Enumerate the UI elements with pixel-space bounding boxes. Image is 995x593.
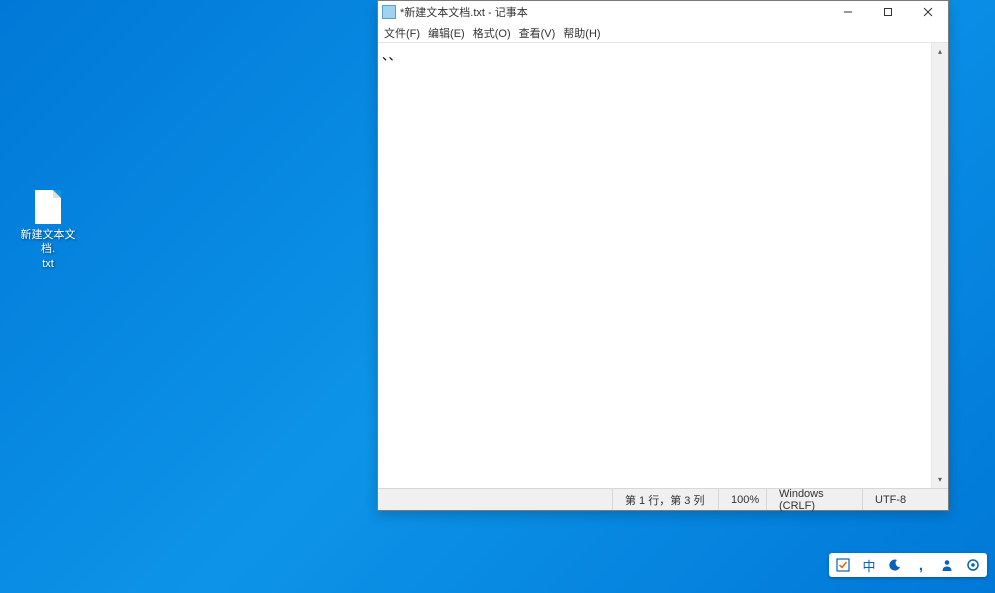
status-cursor-position: 第 1 行，第 3 列: [612, 489, 718, 510]
status-zoom: 100%: [718, 489, 766, 510]
scrollbar-down-arrow-icon[interactable]: ▾: [932, 471, 948, 488]
menubar: 文件(F) 编辑(E) 格式(O) 查看(V) 帮助(H): [378, 23, 948, 42]
status-line-ending: Windows (CRLF): [766, 489, 862, 510]
close-icon: [923, 7, 933, 17]
minimize-icon: [843, 7, 853, 17]
close-button[interactable]: [908, 1, 948, 23]
notepad-app-icon: [382, 5, 396, 19]
text-file-icon: [35, 190, 61, 224]
text-editor[interactable]: [378, 43, 931, 488]
maximize-icon: [883, 7, 893, 17]
resize-grip[interactable]: [932, 489, 948, 510]
tray-gear-icon[interactable]: [965, 557, 981, 573]
tray-checkbox-icon[interactable]: [835, 557, 851, 573]
tray-ime-icon[interactable]: 中: [861, 557, 877, 573]
scrollbar-up-arrow-icon[interactable]: ▴: [932, 43, 948, 60]
menu-edit[interactable]: 编辑(E): [424, 23, 469, 42]
editor-container: ▴ ▾: [378, 42, 948, 488]
system-tray: 中 ,: [829, 553, 987, 577]
menu-help[interactable]: 帮助(H): [559, 23, 604, 42]
statusbar: 第 1 行，第 3 列 100% Windows (CRLF) UTF-8: [378, 488, 948, 510]
tray-person-icon[interactable]: [939, 557, 955, 573]
menu-file[interactable]: 文件(F): [380, 23, 424, 42]
maximize-button[interactable]: [868, 1, 908, 23]
desktop-file-icon[interactable]: 新建文本文档. txt: [18, 190, 78, 271]
titlebar[interactable]: *新建文本文档.txt - 记事本: [378, 1, 948, 23]
status-encoding: UTF-8: [862, 489, 932, 510]
tray-comma-icon[interactable]: ,: [913, 557, 929, 573]
menu-format[interactable]: 格式(O): [469, 23, 515, 42]
window-title: *新建文本文档.txt - 记事本: [400, 4, 828, 20]
menu-view[interactable]: 查看(V): [515, 23, 560, 42]
notepad-window: *新建文本文档.txt - 记事本 文件(F) 编辑(E) 格式(O) 查看(V…: [377, 0, 949, 511]
tray-moon-icon[interactable]: [887, 557, 903, 573]
window-controls: [828, 1, 948, 23]
vertical-scrollbar[interactable]: ▴ ▾: [931, 43, 948, 488]
minimize-button[interactable]: [828, 1, 868, 23]
desktop-file-label: 新建文本文档. txt: [18, 228, 78, 271]
